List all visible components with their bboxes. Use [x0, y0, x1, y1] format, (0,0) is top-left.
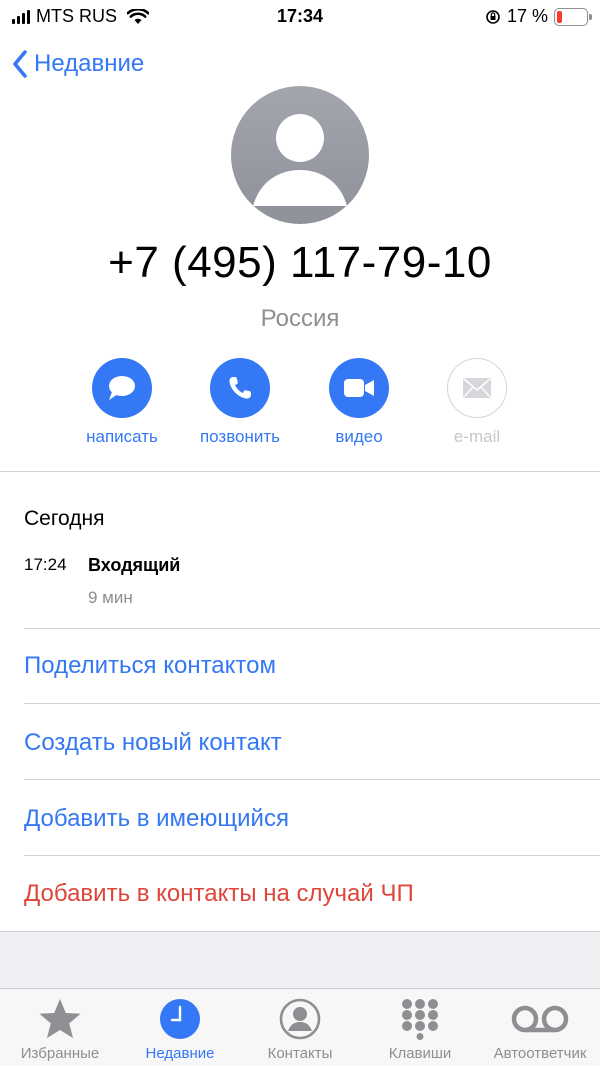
chevron-left-icon: [13, 50, 27, 78]
phone-icon: [229, 377, 251, 399]
calls-section-title: Сегодня: [24, 507, 105, 530]
message-action[interactable]: написать: [62, 358, 182, 447]
contact-country: Россия: [260, 305, 340, 332]
email-button: [447, 358, 507, 418]
call-label: позвонить: [199, 427, 281, 446]
tab-label: Автоответчик: [493, 1045, 587, 1062]
divider: [0, 471, 600, 472]
clock-icon: [160, 999, 200, 1039]
add-to-existing-button[interactable]: Добавить в имеющийся: [24, 805, 289, 833]
call-type: Входящий: [88, 555, 181, 575]
tab-label: Избранные: [20, 1045, 100, 1062]
video-icon: [344, 379, 374, 397]
battery-level: [557, 10, 562, 23]
back-label: Недавние: [34, 50, 145, 77]
call-duration: 9 мин: [88, 588, 133, 607]
tab-recents[interactable]: Недавние: [120, 995, 240, 1062]
divider: [24, 855, 600, 856]
contacts-icon: [279, 998, 321, 1040]
voicemail-icon: [511, 1005, 569, 1033]
video-label: видео: [335, 427, 383, 446]
create-contact-button[interactable]: Создать новый контакт: [24, 729, 282, 757]
keypad-icon: [402, 999, 438, 1040]
back-button[interactable]: Недавние: [12, 50, 144, 78]
divider: [24, 779, 600, 780]
grouped-background: [0, 932, 600, 988]
orientation-lock-icon: [486, 9, 500, 24]
status-right: 17 %: [485, 6, 592, 27]
video-action[interactable]: видео: [299, 358, 419, 447]
status-bar: MTS RUS 17:34 17 %: [0, 0, 600, 34]
divider: [24, 628, 600, 629]
tab-keypad[interactable]: Клавиши: [360, 995, 480, 1062]
email-label: e-mail: [453, 427, 501, 446]
add-emergency-contact-button[interactable]: Добавить в контакты на случай ЧП: [24, 880, 414, 908]
email-action: e-mail: [417, 358, 537, 447]
mail-icon: [463, 378, 491, 398]
video-button[interactable]: [329, 358, 389, 418]
call-button[interactable]: [210, 358, 270, 418]
divider: [24, 703, 600, 704]
battery-percent: 17 %: [506, 6, 548, 26]
tab-contacts[interactable]: Контакты: [240, 995, 360, 1062]
call-time: 17:24: [24, 555, 67, 574]
tab-label: Контакты: [267, 1045, 333, 1062]
message-button[interactable]: [92, 358, 152, 418]
tab-label: Клавиши: [388, 1045, 452, 1062]
call-action[interactable]: позвонить: [180, 358, 300, 447]
contact-phone-number: +7 (495) 117-79-10: [108, 238, 492, 287]
avatar: [231, 86, 369, 224]
tab-bar: Избранные Недавние Контакты Клавиши Авто…: [0, 988, 600, 1066]
battery-icon: [554, 7, 592, 26]
star-icon: [39, 999, 81, 1038]
tab-label: Недавние: [145, 1045, 215, 1062]
share-contact-button[interactable]: Поделиться контактом: [24, 652, 276, 680]
person-silhouette-icon: [253, 114, 347, 206]
tab-favorites[interactable]: Избранные: [0, 995, 120, 1062]
message-label: написать: [86, 427, 158, 446]
message-icon: [109, 376, 135, 400]
tab-voicemail[interactable]: Автоответчик: [480, 995, 600, 1062]
